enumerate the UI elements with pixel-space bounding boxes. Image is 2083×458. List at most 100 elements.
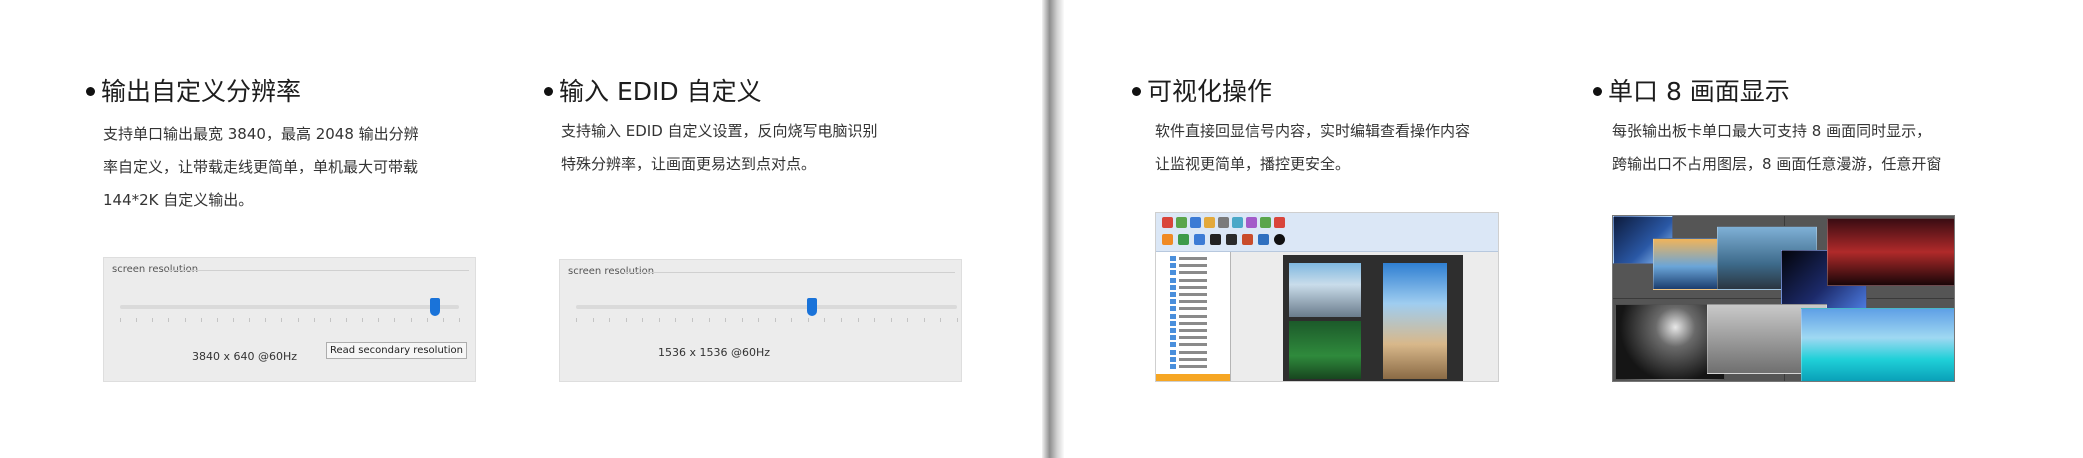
slider-tick — [265, 318, 267, 322]
slider-tick — [329, 318, 331, 322]
slider-tick — [281, 318, 283, 322]
visual-operation-screenshot — [1155, 212, 1499, 382]
slider-ticks — [576, 318, 958, 324]
tree-item[interactable] — [1170, 313, 1214, 319]
slider-tick — [957, 318, 958, 322]
slider-tick — [642, 318, 644, 322]
slider-tick — [346, 318, 347, 322]
read-secondary-resolution-button[interactable]: Read secondary resolution — [326, 342, 467, 359]
tree-item[interactable] — [1170, 256, 1214, 261]
tree-item[interactable] — [1170, 328, 1214, 333]
slider-tick — [874, 318, 876, 322]
slider-tick — [658, 318, 660, 322]
toolbar-icon[interactable] — [1162, 234, 1173, 245]
tree-item[interactable] — [1170, 284, 1214, 290]
signal-tree — [1156, 252, 1231, 381]
signal-preview[interactable] — [1289, 321, 1361, 379]
slider-tick — [120, 318, 121, 322]
tree-item[interactable] — [1170, 292, 1214, 297]
tree-item[interactable] — [1170, 342, 1214, 348]
resolution-slider-track[interactable] — [120, 305, 459, 309]
slider-tick — [758, 318, 760, 322]
tree-item[interactable] — [1170, 320, 1214, 326]
slider-tick — [152, 318, 154, 322]
slider-tick — [940, 318, 942, 322]
divider — [168, 270, 469, 271]
feature-title-edid: 输入 EDID 自定义 — [544, 77, 762, 107]
slider-tick — [907, 318, 909, 322]
slider-tick — [249, 318, 251, 322]
signal-preview[interactable] — [1383, 263, 1447, 379]
slider-tick — [791, 318, 793, 322]
slider-tick — [824, 318, 826, 322]
feature-desc-visual-operation: 软件直接回显信号内容，实时编辑查看操作内容 让监视更简单，播控更安全。 — [1155, 122, 1471, 173]
slider-tick — [923, 318, 925, 322]
slider-tick — [184, 318, 186, 322]
left-page — [0, 0, 1045, 458]
slider-tick — [609, 318, 611, 322]
input-edid-panel: screen resolution 1536 x 1536 @60Hz — [559, 259, 962, 382]
toolbar-icon[interactable] — [1274, 234, 1285, 245]
slider-tick — [233, 318, 234, 322]
feature-desc-edid: 支持输入 EDID 自定义设置，反向烧写电脑识别 特殊分辨率，让画面更易达到点对… — [561, 122, 878, 173]
preview-stage — [1283, 255, 1463, 381]
toolbar-icon[interactable] — [1258, 234, 1269, 245]
tree-item[interactable] — [1170, 335, 1214, 341]
slider-ticks — [120, 318, 460, 324]
tree-item[interactable] — [1170, 306, 1214, 312]
toolbar-icon[interactable] — [1218, 217, 1229, 228]
toolbar-icon[interactable] — [1242, 234, 1253, 245]
divider — [624, 272, 955, 273]
window-image[interactable] — [1801, 308, 1954, 381]
tree-item[interactable] — [1170, 364, 1214, 369]
edid-slider-thumb[interactable] — [807, 298, 818, 316]
slider-tick — [362, 318, 364, 322]
slider-tick — [741, 318, 743, 322]
toolbar-icon[interactable] — [1226, 234, 1237, 245]
resolution-slider-thumb[interactable] — [430, 298, 441, 316]
tree-item[interactable] — [1170, 299, 1214, 305]
resolution-value: 3840 x 640 @60Hz — [192, 350, 298, 363]
window-image[interactable] — [1827, 218, 1954, 286]
toolbar-icon[interactable] — [1274, 217, 1285, 228]
tree-status-bar — [1156, 374, 1230, 381]
bullet-icon — [1132, 87, 1141, 96]
bullet-icon — [544, 87, 553, 96]
slider-tick — [890, 318, 892, 322]
tree-item[interactable] — [1170, 277, 1214, 283]
software-toolbar — [1156, 213, 1498, 252]
edid-slider-track[interactable] — [576, 305, 957, 309]
toolbar-icon[interactable] — [1190, 217, 1201, 228]
toolbar-icon[interactable] — [1246, 217, 1257, 228]
toolbar-icon[interactable] — [1210, 234, 1221, 245]
slider-tick — [394, 318, 396, 322]
tree-item[interactable] — [1170, 270, 1214, 276]
slider-tick — [691, 318, 693, 322]
edid-value: 1536 x 1536 @60Hz — [658, 346, 771, 359]
toolbar-icon[interactable] — [1204, 217, 1215, 228]
feature-title-output-resolution: 输出自定义分辨率 — [86, 77, 301, 107]
toolbar-icon[interactable] — [1260, 217, 1271, 228]
slider-tick — [625, 318, 627, 322]
slider-tick — [708, 318, 710, 322]
slider-tick — [459, 318, 460, 322]
toolbar-icon[interactable] — [1176, 217, 1187, 228]
slider-tick — [297, 318, 299, 322]
slider-tick — [807, 318, 809, 322]
toolbar-icon[interactable] — [1178, 234, 1189, 245]
slider-tick — [200, 318, 202, 322]
toolbar-icon[interactable] — [1194, 234, 1205, 245]
slider-tick — [774, 318, 776, 322]
signal-preview[interactable] — [1289, 263, 1361, 317]
tree-item[interactable] — [1170, 263, 1214, 269]
tree-item[interactable] — [1170, 356, 1214, 362]
feature-desc-output-resolution: 支持单口输出最宽 3840，最高 2048 输出分辨 率自定义，让带载走线更简单… — [103, 125, 419, 209]
toolbar-icon[interactable] — [1232, 217, 1243, 228]
bullet-icon — [86, 87, 95, 96]
slider-tick — [136, 318, 138, 322]
output-resolution-panel: screen resolution 3840 x 640 @60Hz Read … — [103, 257, 476, 382]
tree-item[interactable] — [1170, 349, 1214, 355]
bullet-icon — [1593, 87, 1602, 96]
toolbar-icon[interactable] — [1162, 217, 1173, 228]
slider-tick — [410, 318, 412, 322]
